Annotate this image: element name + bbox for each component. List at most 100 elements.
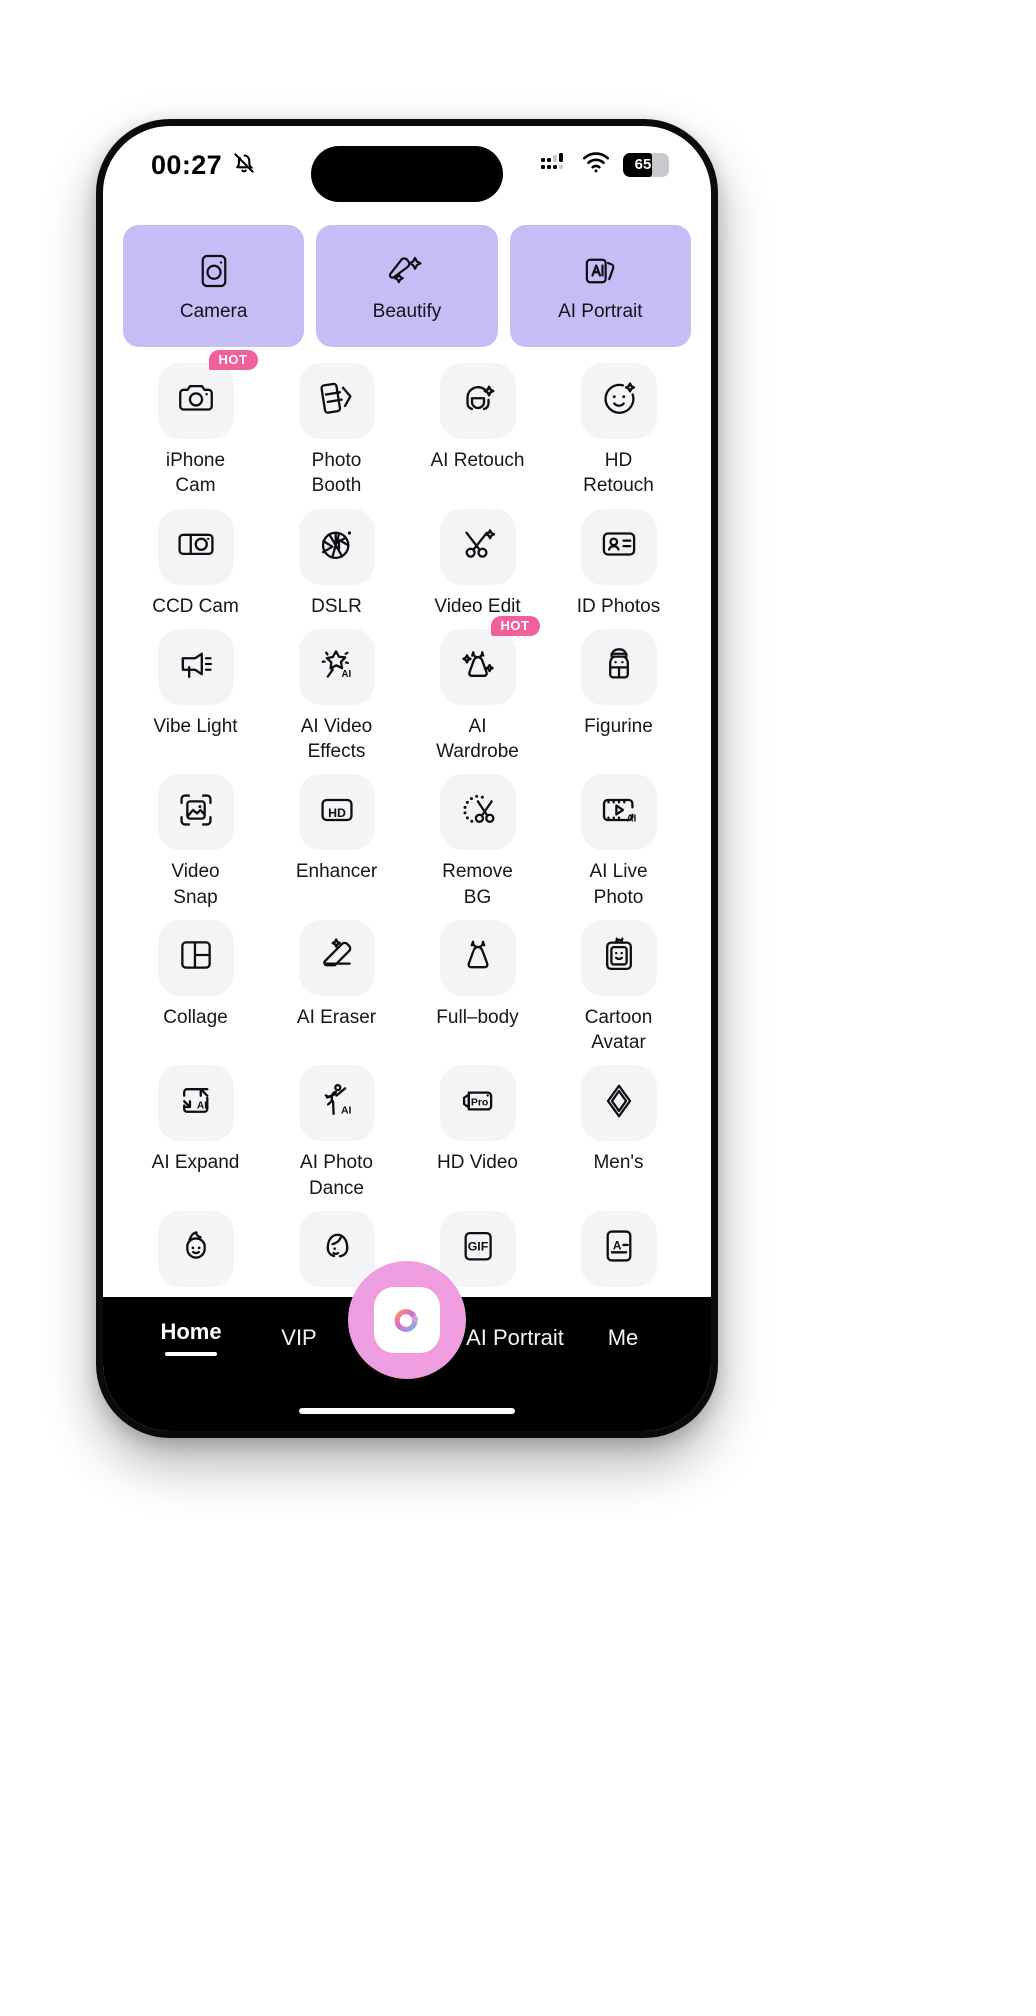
- tab-home[interactable]: Home: [137, 1319, 245, 1356]
- tab-label: Me: [607, 1324, 639, 1350]
- tool-item-hd-video[interactable]: Pro HD Video: [407, 1065, 548, 1201]
- tool-item-collage[interactable]: Collage: [125, 919, 266, 1056]
- tool-tile[interactable]: AI: [157, 1065, 234, 1142]
- tab-ai-portrait[interactable]: AI Portrait: [461, 1325, 569, 1351]
- figurine-icon: [598, 643, 640, 690]
- tab-me[interactable]: Me: [569, 1325, 677, 1351]
- camera-shutter-icon: [374, 1287, 440, 1353]
- tool-item-ai-retouch[interactable]: AI Retouch: [407, 363, 548, 499]
- tool-tile[interactable]: AI: [298, 1065, 375, 1142]
- tool-tile[interactable]: [580, 363, 657, 439]
- tool-item-men-s[interactable]: Men's: [548, 1065, 689, 1201]
- tool-tile[interactable]: [580, 628, 657, 705]
- tool-label: AI Wardrobe: [436, 715, 519, 763]
- tool-tile[interactable]: [439, 774, 516, 851]
- eraser-sparkle-icon: [316, 934, 358, 981]
- tool-item-iphone-cam[interactable]: HOT iPhone Cam: [125, 350, 266, 499]
- tool-tile[interactable]: [439, 508, 516, 585]
- tool-tile[interactable]: [580, 508, 657, 585]
- tool-tile[interactable]: [298, 1210, 375, 1287]
- tool-tile[interactable]: HOT: [439, 615, 540, 705]
- tool-tile[interactable]: AI: [298, 628, 375, 705]
- diamond-icon: [598, 1080, 640, 1127]
- tool-tile[interactable]: HD: [298, 774, 375, 851]
- tool-item-full-body[interactable]: Full–body: [407, 919, 548, 1056]
- tool-tile[interactable]: [157, 1210, 234, 1287]
- tool-tile[interactable]: HOT: [157, 350, 258, 439]
- tool-tile[interactable]: [157, 919, 234, 996]
- tool-tile[interactable]: [439, 363, 516, 439]
- feature-card-label: Camera: [179, 300, 248, 322]
- feature-card-camera[interactable]: Camera: [123, 225, 305, 347]
- tool-item-ai-expand[interactable]: AI AI Expand: [125, 1065, 266, 1201]
- tool-item-ai-video-effects[interactable]: AI AI Video Effects: [266, 628, 407, 765]
- phone-screen: 00:27 65 Camera Beautify AI Portrait HOT…: [103, 126, 711, 1431]
- tool-tile[interactable]: [580, 919, 657, 996]
- tool-item-video-snap[interactable]: Video Snap: [125, 774, 266, 910]
- tool-item-ai-photo-dance[interactable]: AI AI Photo Dance: [266, 1065, 407, 1201]
- tool-item-vibe-light[interactable]: Vibe Light: [125, 628, 266, 765]
- video-pro-icon: Pro: [457, 1080, 499, 1127]
- status-bar-left: 00:27: [151, 150, 257, 181]
- svg-text:A: A: [612, 1239, 621, 1253]
- tool-item-hd-retouch[interactable]: HD Retouch: [548, 363, 689, 499]
- tool-label: AI Retouch: [430, 450, 525, 471]
- tool-item-cartoon-avatar[interactable]: Cartoon Avatar: [548, 919, 689, 1056]
- tool-grid: HOT iPhone Cam Photo Booth AI Retouch HD Retouc…: [103, 347, 711, 1296]
- tab-vip[interactable]: VIP: [245, 1325, 353, 1351]
- collage-grid-icon: [175, 934, 217, 981]
- svg-text:AI: AI: [341, 669, 351, 680]
- wifi-icon: [582, 152, 610, 178]
- tool-tile[interactable]: [298, 919, 375, 996]
- tool-tile[interactable]: GIF: [439, 1210, 516, 1287]
- tool-tile[interactable]: AI: [580, 774, 657, 851]
- star-ai-icon: AI: [316, 643, 358, 690]
- tool-item-boy-face-icon[interactable]: [125, 1210, 266, 1296]
- tool-item-ai-live-photo[interactable]: AI AI Live Photo: [548, 774, 689, 910]
- home-indicator: [299, 1408, 515, 1414]
- ccd-camera-icon: [175, 523, 217, 570]
- smiley-sparkle-icon: [598, 378, 640, 425]
- tab-label: Home: [160, 1319, 222, 1344]
- tool-label: Remove BG: [442, 861, 513, 908]
- tool-label: CCD Cam: [152, 595, 239, 617]
- feature-card-ai-portrait[interactable]: AI Portrait: [509, 225, 691, 347]
- tool-item-video-edit[interactable]: Video Edit: [407, 508, 548, 619]
- id-card-icon: [598, 523, 640, 570]
- tool-item-ai-eraser[interactable]: AI Eraser: [266, 919, 407, 1056]
- tool-label: Vibe Light: [153, 715, 238, 737]
- tool-tile[interactable]: [580, 1065, 657, 1142]
- hd-box-icon: HD: [316, 789, 358, 836]
- tool-item-ai-wardrobe[interactable]: HOT AI Wardrobe: [407, 615, 548, 765]
- svg-text:HD: HD: [328, 806, 346, 820]
- tool-item-dslr[interactable]: DSLR: [266, 508, 407, 619]
- tool-item-photo-booth[interactable]: Photo Booth: [266, 363, 407, 499]
- tool-tile[interactable]: [439, 919, 516, 996]
- expand-ai-icon: AI: [175, 1080, 217, 1127]
- status-time: 00:27: [151, 149, 223, 180]
- dancer-ai-icon: AI: [316, 1080, 358, 1127]
- tool-item-remove-bg[interactable]: Remove BG: [407, 774, 548, 910]
- hot-badge: HOT: [208, 350, 258, 370]
- tool-tile[interactable]: A: [580, 1210, 657, 1287]
- tool-tile[interactable]: [298, 363, 375, 439]
- tool-label: HD Video: [437, 1152, 518, 1174]
- tool-tile[interactable]: [157, 508, 234, 585]
- tool-item-id-photos[interactable]: ID Photos: [548, 508, 689, 619]
- camera-capture-button[interactable]: [348, 1261, 466, 1379]
- tool-label: Photo Booth: [311, 450, 362, 497]
- battery-indicator: 65: [623, 153, 669, 177]
- dress-icon: [457, 934, 499, 981]
- tool-item-figurine[interactable]: Figurine: [548, 628, 689, 765]
- tool-tile[interactable]: Pro: [439, 1065, 516, 1142]
- tool-tile[interactable]: [157, 774, 234, 851]
- feature-card-beautify[interactable]: Beautify: [316, 225, 498, 347]
- tool-label: ID Photos: [576, 595, 661, 617]
- app-content-scroll[interactable]: Camera Beautify AI Portrait HOT iPhone Cam Ph…: [103, 204, 711, 1431]
- tool-item-ccd-cam[interactable]: CCD Cam: [125, 508, 266, 619]
- tool-tile[interactable]: [298, 508, 375, 585]
- tool-item-text-doc-icon[interactable]: A: [548, 1210, 689, 1296]
- tool-tile[interactable]: [157, 628, 234, 705]
- tool-label: Collage: [163, 1006, 228, 1028]
- tool-item-enhancer[interactable]: HD Enhancer: [266, 774, 407, 910]
